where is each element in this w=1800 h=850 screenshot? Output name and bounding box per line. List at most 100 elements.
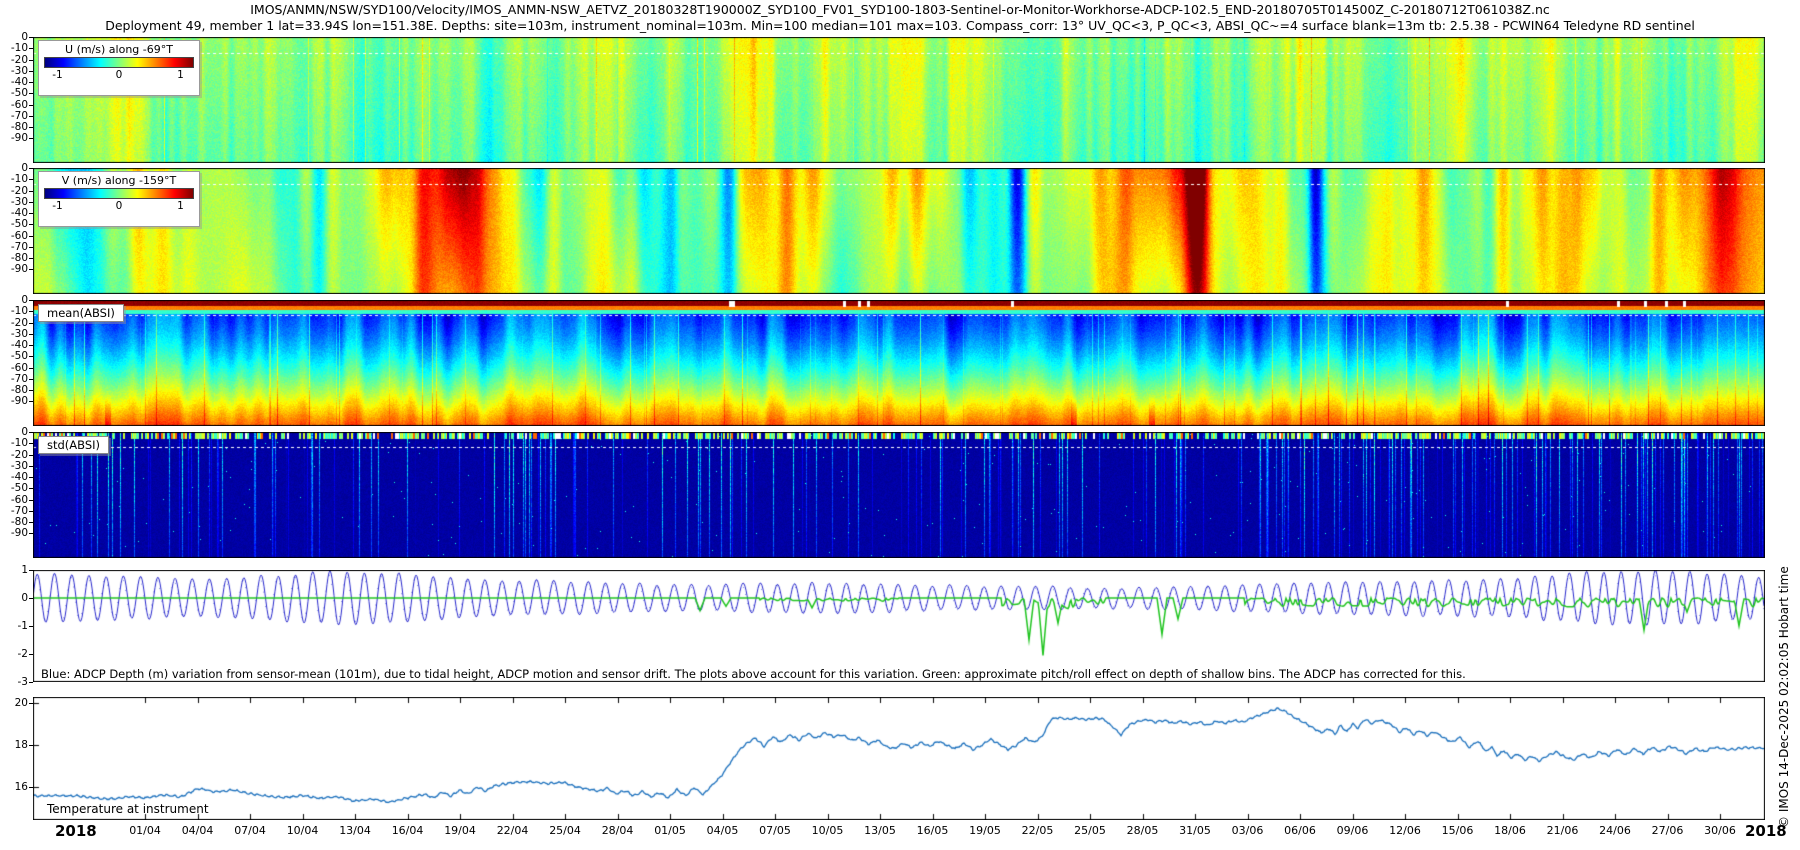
x-tick-label: 28/04: [596, 824, 640, 837]
x-tick-label: 19/05: [963, 824, 1007, 837]
tick-mark: [29, 334, 33, 335]
tick-mark: [29, 224, 33, 225]
y-tick-label: -80: [0, 252, 28, 264]
x-tick-label: 22/04: [491, 824, 535, 837]
tick-mark: [29, 379, 33, 380]
tick-mark: [29, 522, 33, 523]
y-tick-label: -70: [0, 110, 28, 122]
tick-mark: [29, 258, 33, 259]
depth-variation-plot: [33, 570, 1765, 682]
y-tick-label: -50: [0, 350, 28, 362]
u-colorbar-tick-labels: -1 0 1: [44, 68, 194, 81]
y-tick-label: -1: [0, 620, 28, 632]
tick-mark: [29, 443, 33, 444]
y-tick-label: 0: [0, 162, 28, 174]
tick-mark: [29, 626, 33, 627]
colorbar-tick-zero: 0: [116, 200, 123, 212]
y-tick-label: -30: [0, 460, 28, 472]
tick-mark: [29, 466, 33, 467]
v-colorbar-legend: V (m/s) along -159°T -1 0 1: [38, 171, 200, 227]
tick-mark: [29, 570, 33, 571]
mean-absi-heatmap: [33, 300, 1765, 426]
tick-mark: [29, 202, 33, 203]
y-tick-label: -40: [0, 76, 28, 88]
y-tick-label: -70: [0, 373, 28, 385]
y-tick-label: -40: [0, 339, 28, 351]
y-tick-label: -10: [0, 173, 28, 185]
v-legend-title: V (m/s) along -159°T: [44, 173, 194, 188]
adcp-diagnostics-figure: IMOS/ANMN/NSW/SYD100/Velocity/IMOS_ANMN-…: [0, 0, 1800, 850]
colorbar-tick-max: 1: [177, 200, 184, 212]
x-tick-label: 21/06: [1541, 824, 1585, 837]
temperature-label: Temperature at instrument: [47, 802, 209, 816]
tick-mark: [29, 432, 33, 433]
x-tick-label: 10/05: [806, 824, 850, 837]
temperature-plot: [33, 697, 1765, 820]
x-tick-label: 10/04: [281, 824, 325, 837]
x-tick-label: 01/04: [123, 824, 167, 837]
jet-colorbar: [44, 188, 194, 199]
v-velocity-heatmap: [33, 168, 1765, 294]
tick-mark: [29, 390, 33, 391]
std-absi-label: std(ABSI): [38, 436, 109, 454]
x-tick-label: 22/05: [1016, 824, 1060, 837]
y-tick-label: 0: [0, 31, 28, 43]
x-tick-label: 16/04: [386, 824, 430, 837]
u-velocity-heatmap: [33, 37, 1765, 163]
u-colorbar-legend: U (m/s) along -69°T -1 0 1: [38, 40, 200, 96]
x-tick-label: 07/05: [753, 824, 797, 837]
tick-mark: [29, 138, 33, 139]
jet-colorbar: [44, 57, 194, 68]
depth-variation-panel: Blue: ADCP Depth (m) variation from sens…: [33, 570, 1765, 682]
y-tick-label: -20: [0, 185, 28, 197]
tick-mark: [29, 168, 33, 169]
figure-subtitle-deployment-info: Deployment 49, member 1 lat=33.94S lon=1…: [0, 18, 1800, 33]
x-tick-label: 07/04: [228, 824, 272, 837]
tick-mark: [29, 179, 33, 180]
y-tick-label: -60: [0, 362, 28, 374]
tick-mark: [29, 82, 33, 83]
tick-mark: [29, 345, 33, 346]
y-tick-label: -20: [0, 449, 28, 461]
mean-absi-panel: mean(ABSI): [33, 300, 1765, 426]
y-tick-label: -20: [0, 54, 28, 66]
y-tick-label: -30: [0, 196, 28, 208]
tick-mark: [29, 93, 33, 94]
std-absi-panel: std(ABSI): [33, 432, 1765, 558]
y-tick-label: -70: [0, 241, 28, 253]
y-tick-label: 1: [0, 564, 28, 576]
x-tick-label: 31/05: [1173, 824, 1217, 837]
temperature-panel: Temperature at instrument: [33, 697, 1765, 820]
tick-mark: [29, 60, 33, 61]
y-tick-label: -60: [0, 99, 28, 111]
y-tick-label: -80: [0, 384, 28, 396]
tick-mark: [29, 269, 33, 270]
y-tick-label: -80: [0, 516, 28, 528]
y-tick-label: -50: [0, 87, 28, 99]
x-tick-label: 19/04: [438, 824, 482, 837]
tick-mark: [29, 127, 33, 128]
x-tick-label: 13/05: [858, 824, 902, 837]
x-tick-label: 04/05: [701, 824, 745, 837]
mean-absi-label: mean(ABSI): [38, 304, 124, 322]
x-tick-label: 28/05: [1121, 824, 1165, 837]
tick-mark: [29, 654, 33, 655]
tick-mark: [29, 598, 33, 599]
y-tick-label: 20: [0, 697, 28, 709]
x-tick-label: 03/06: [1226, 824, 1270, 837]
y-tick-label: 16: [0, 781, 28, 793]
tick-mark: [29, 191, 33, 192]
x-tick-label: 27/06: [1646, 824, 1690, 837]
u-legend-title: U (m/s) along -69°T: [44, 42, 194, 57]
x-tick-label: 13/04: [333, 824, 377, 837]
tick-mark: [29, 71, 33, 72]
y-tick-label: -10: [0, 42, 28, 54]
tick-mark: [29, 116, 33, 117]
y-tick-label: 18: [0, 739, 28, 751]
u-velocity-panel: U (m/s) along -69°T -1 0 1: [33, 37, 1765, 163]
x-tick-label: 25/05: [1068, 824, 1112, 837]
y-tick-label: -90: [0, 263, 28, 275]
tick-mark: [29, 787, 33, 788]
tick-mark: [29, 48, 33, 49]
y-tick-label: 0: [0, 592, 28, 604]
